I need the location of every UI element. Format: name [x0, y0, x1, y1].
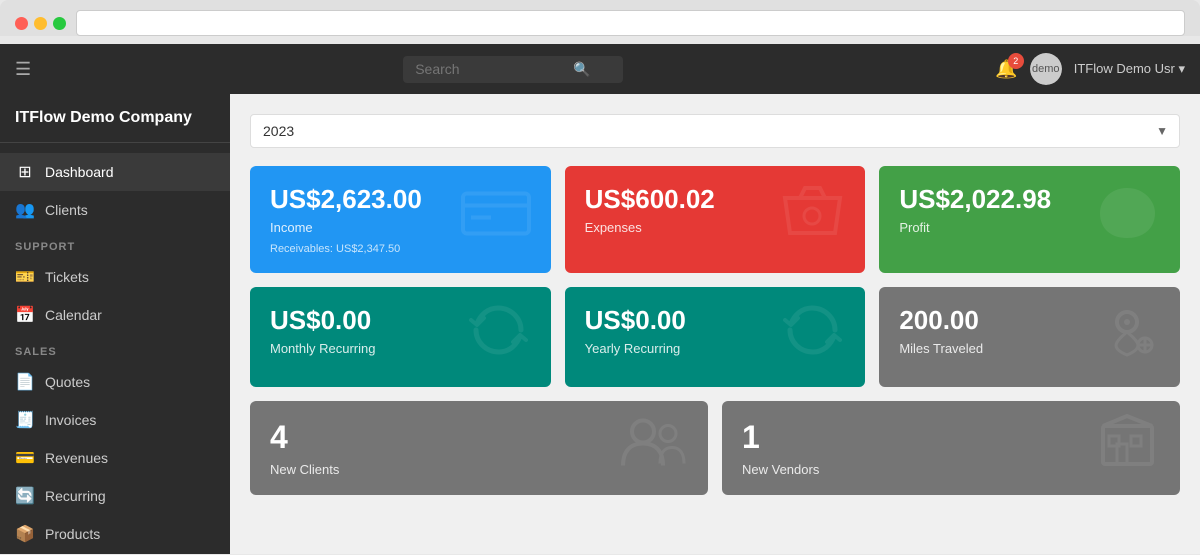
sidebar-item-quotes[interactable]: 📄 Quotes: [0, 363, 230, 401]
expenses-icon: [780, 183, 845, 257]
profit-card: US$2,022.98 Profit: [879, 166, 1180, 273]
browser-chrome: [0, 0, 1200, 36]
sidebar-label-products: Products: [45, 526, 100, 542]
middle-stats-grid: US$0.00 Monthly Recurring U: [250, 287, 1180, 387]
sidebar-item-calendar[interactable]: 📅 Calendar: [0, 296, 230, 334]
search-input[interactable]: [415, 61, 565, 77]
new-clients-card: 4 New Clients: [250, 401, 708, 495]
invoices-icon: 🧾: [15, 410, 35, 430]
sidebar-item-revenues[interactable]: 💳 Revenues: [0, 439, 230, 477]
calendar-icon: 📅: [15, 305, 35, 325]
sidebar-section-support: SUPPORT: [0, 229, 230, 258]
monthly-recurring-card: US$0.00 Monthly Recurring: [250, 287, 551, 387]
notification-badge: 2: [1008, 53, 1024, 69]
sidebar-label-tickets: Tickets: [45, 269, 89, 285]
quotes-icon: 📄: [15, 372, 35, 392]
main-content: 2023 2022 2021 2020 US$2,623.00 Income R…: [230, 94, 1200, 554]
sidebar-item-recurring[interactable]: 🔄 Recurring: [0, 477, 230, 515]
sidebar-label-quotes: Quotes: [45, 374, 90, 390]
recurring-icon: 🔄: [15, 486, 35, 506]
fullscreen-dot[interactable]: [53, 17, 66, 30]
nav-right: 🔔 2 demo ITFlow Demo Usr ▾: [995, 53, 1185, 85]
revenues-icon: 💳: [15, 448, 35, 468]
sidebar-label-invoices: Invoices: [45, 412, 96, 428]
sidebar-item-dashboard[interactable]: ⊞ Dashboard: [0, 153, 230, 191]
income-icon: [461, 185, 531, 254]
sidebar-brand: ITFlow Demo Company: [0, 109, 230, 143]
year-selector-wrapper: 2023 2022 2021 2020: [250, 114, 1180, 148]
profit-icon: [1095, 183, 1160, 257]
user-menu-button[interactable]: ITFlow Demo Usr ▾: [1074, 61, 1185, 77]
minimize-dot[interactable]: [34, 17, 47, 30]
dashboard-icon: ⊞: [15, 162, 35, 182]
clients-icon: 👥: [15, 200, 35, 220]
tickets-icon: 🎫: [15, 267, 35, 287]
hamburger-icon[interactable]: ☰: [15, 59, 31, 80]
sidebar-item-tickets[interactable]: 🎫 Tickets: [0, 258, 230, 296]
search-icon: 🔍: [573, 61, 590, 78]
sidebar-label-recurring: Recurring: [45, 488, 106, 504]
miles-traveled-card: 200.00 Miles Traveled: [879, 287, 1180, 387]
miles-traveled-icon: [1095, 300, 1160, 374]
yearly-recurring-card: US$0.00 Yearly Recurring: [565, 287, 866, 387]
avatar: demo: [1030, 53, 1062, 85]
year-select[interactable]: 2023 2022 2021 2020: [250, 114, 1180, 148]
sidebar-label-revenues: Revenues: [45, 450, 108, 466]
address-bar[interactable]: [76, 10, 1185, 36]
browser-dots: [15, 17, 66, 30]
sidebar-item-invoices[interactable]: 🧾 Invoices: [0, 401, 230, 439]
sidebar-item-products[interactable]: 📦 Products: [0, 515, 230, 553]
new-vendors-icon: [1095, 411, 1160, 485]
products-icon: 📦: [15, 524, 35, 544]
search-bar: 🔍: [403, 56, 623, 83]
search-wrapper: 🔍: [46, 56, 980, 83]
sidebar-label-clients: Clients: [45, 202, 88, 218]
sidebar-item-clients[interactable]: 👥 Clients: [0, 191, 230, 229]
income-card: US$2,623.00 Income Receivables: US$2,347…: [250, 166, 551, 273]
sidebar-label-calendar: Calendar: [45, 307, 102, 323]
top-stats-grid: US$2,623.00 Income Receivables: US$2,347…: [250, 166, 1180, 273]
sidebar-section-sales: SALES: [0, 334, 230, 363]
main-layout: ITFlow Demo Company ⊞ Dashboard 👥 Client…: [0, 94, 1200, 554]
top-nav: ☰ 🔍 🔔 2 demo ITFlow Demo Usr ▾: [0, 44, 1200, 94]
avatar-image: demo: [1030, 53, 1062, 85]
notification-bell[interactable]: 🔔 2: [995, 59, 1017, 80]
expenses-card: US$600.02 Expenses: [565, 166, 866, 273]
new-clients-icon: [618, 414, 688, 483]
yearly-recurring-icon: [780, 300, 845, 374]
new-vendors-card: 1 New Vendors: [722, 401, 1180, 495]
sidebar: ITFlow Demo Company ⊞ Dashboard 👥 Client…: [0, 94, 230, 554]
bottom-stats-grid: 4 New Clients 1: [250, 401, 1180, 495]
close-dot[interactable]: [15, 17, 28, 30]
monthly-recurring-icon: [466, 300, 531, 374]
app-container: ☰ 🔍 🔔 2 demo ITFlow Demo Usr ▾ ITFlow De…: [0, 44, 1200, 554]
sidebar-label-dashboard: Dashboard: [45, 164, 114, 180]
